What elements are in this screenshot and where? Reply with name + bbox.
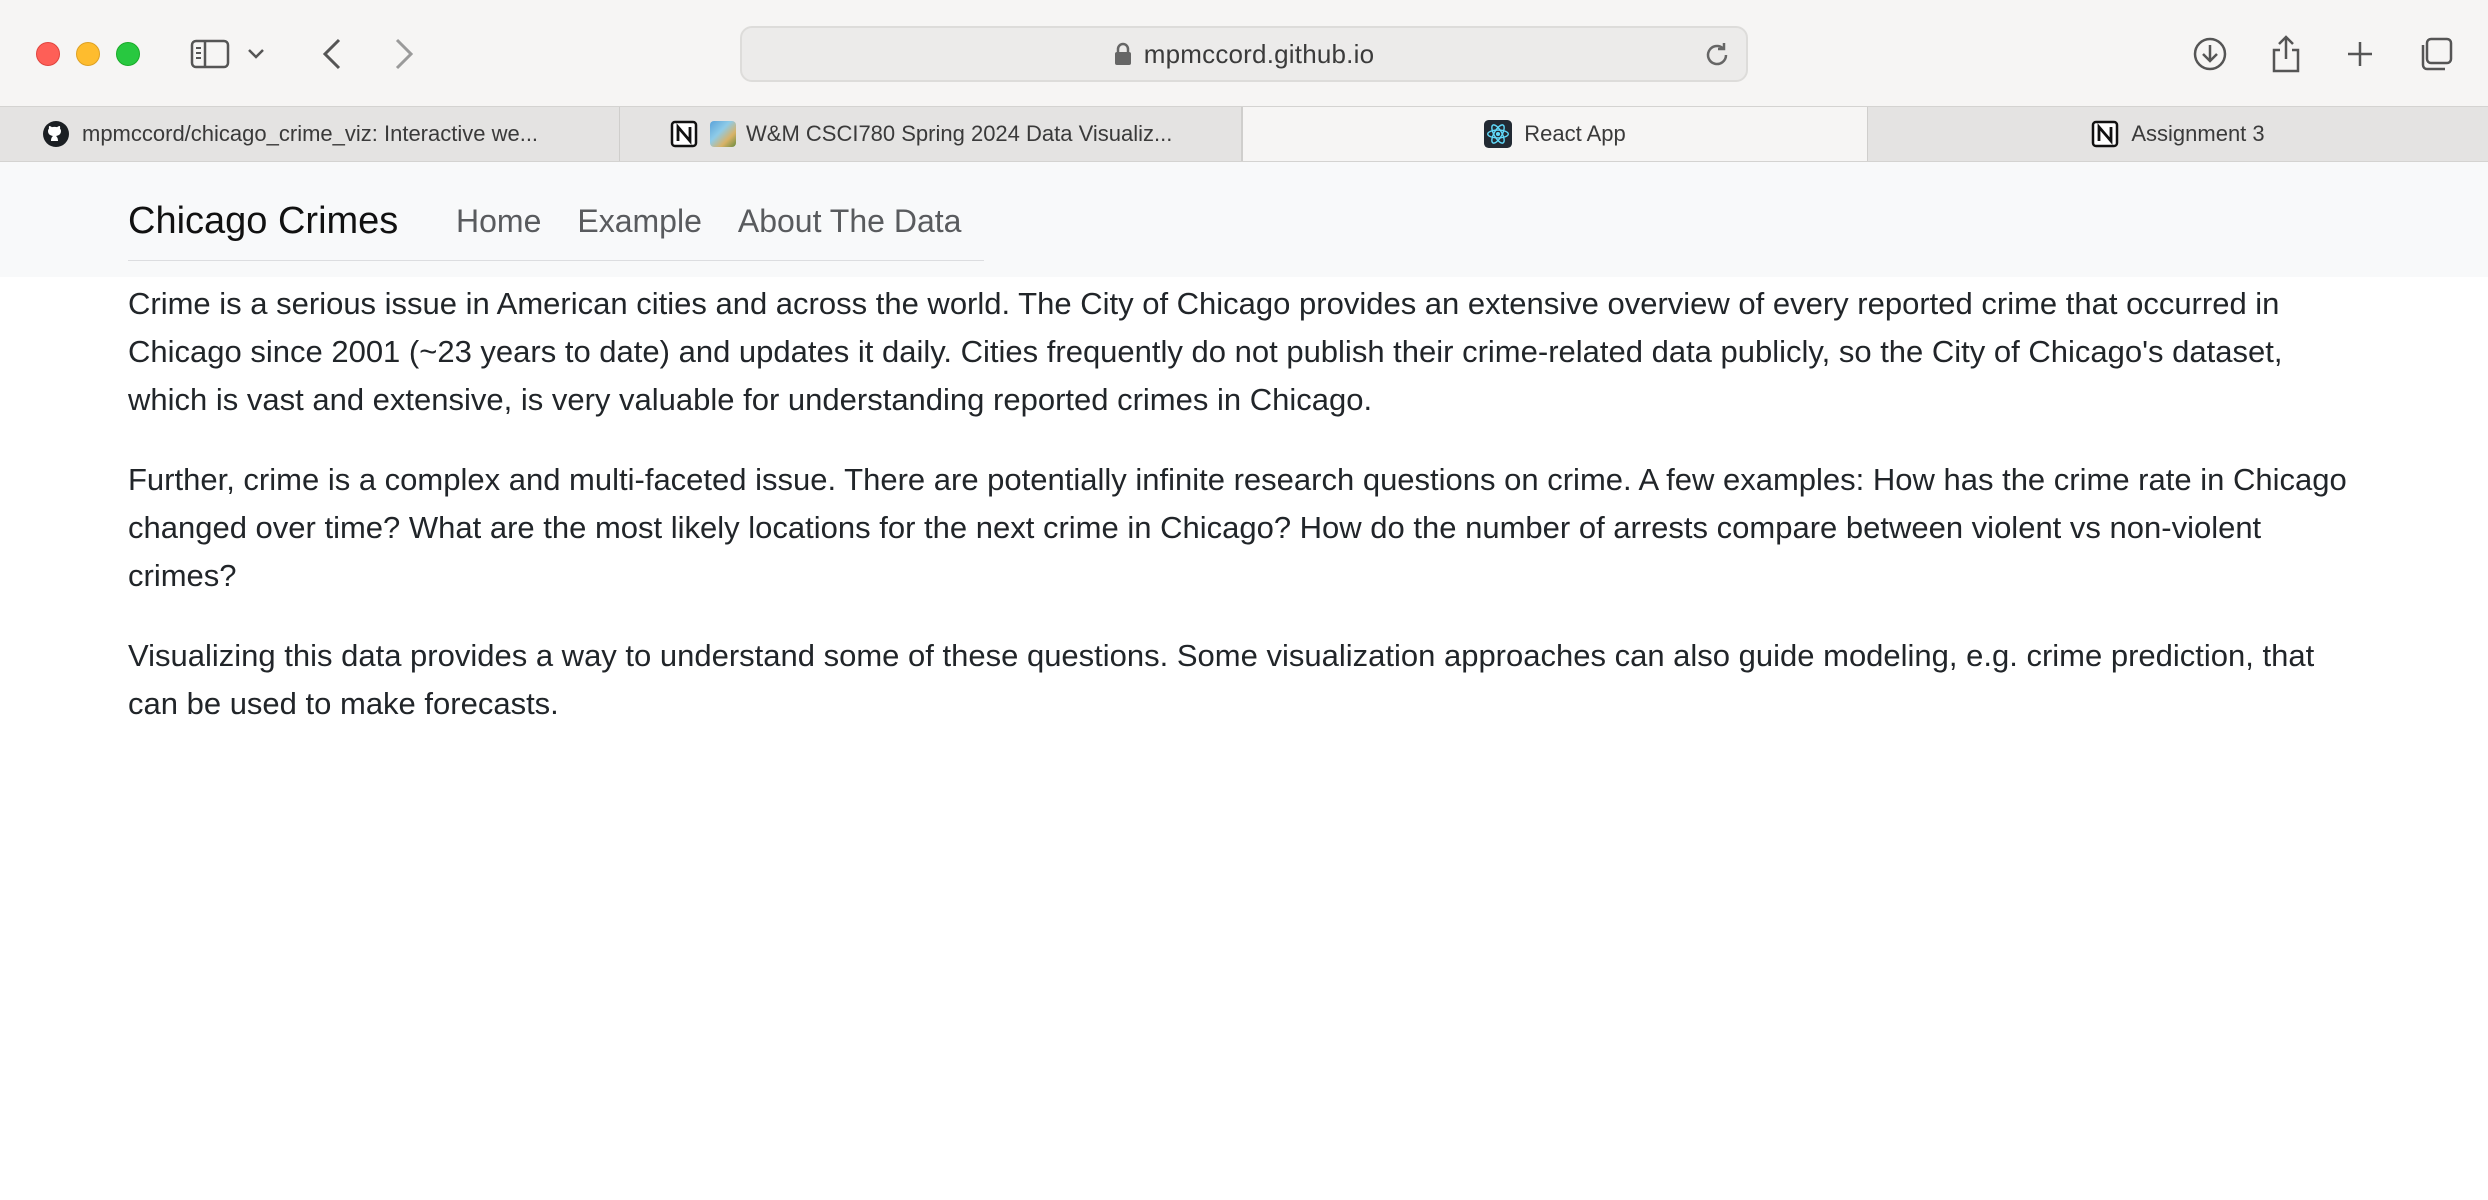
forward-arrow-icon[interactable]: [380, 30, 428, 78]
back-arrow-icon[interactable]: [308, 30, 356, 78]
course-image-icon: [710, 121, 736, 147]
intro-paragraph: Crime is a serious issue in American cit…: [128, 286, 2283, 417]
zoom-window-button[interactable]: [116, 42, 140, 66]
navbar-divider: [128, 260, 984, 261]
tab-assignment-notion[interactable]: Assignment 3: [1868, 107, 2488, 161]
tab-title: mpmccord/chicago_crime_viz: Interactive …: [82, 121, 539, 146]
main-content: Crime is a serious issue in American cit…: [128, 280, 2368, 760]
chevron-down-icon[interactable]: [242, 30, 270, 78]
nav-link-example[interactable]: Example: [577, 203, 702, 240]
lock-icon: [1114, 42, 1132, 66]
tab-title: Assignment 3: [2131, 121, 2265, 146]
research-questions-paragraph: Further, crime is a complex and multi-fa…: [128, 462, 2347, 593]
reload-icon[interactable]: [1702, 40, 1732, 70]
tab-github[interactable]: mpmccord/chicago_crime_viz: Interactive …: [0, 107, 620, 161]
tab-react-app[interactable]: React App: [1242, 107, 1868, 161]
url-text: mpmccord.github.io: [1143, 38, 1375, 69]
tab-bar: mpmccord/chicago_crime_viz: Interactive …: [0, 106, 2488, 162]
close-window-button[interactable]: [36, 42, 60, 66]
tab-title: W&M CSCI780 Spring 2024 Data Visualiz...: [746, 121, 1173, 146]
site-navbar: Chicago Crimes Home Example About The Da…: [0, 162, 2488, 277]
share-icon[interactable]: [2262, 30, 2310, 78]
web-page: Chicago Crimes Home Example About The Da…: [0, 162, 2488, 1200]
notion-icon: [670, 120, 698, 148]
visualization-paragraph: Visualizing this data provides a way to …: [128, 638, 2315, 721]
minimize-window-button[interactable]: [76, 42, 100, 66]
nav-link-about-the-data[interactable]: About The Data: [738, 203, 962, 240]
new-tab-plus-icon[interactable]: [2336, 30, 2384, 78]
tab-overview-icon[interactable]: [2412, 30, 2460, 78]
browser-toolbar: mpmccord.github.io: [0, 0, 2488, 106]
tab-course-notion[interactable]: W&M CSCI780 Spring 2024 Data Visualiz...: [620, 107, 1242, 161]
nav-link-home[interactable]: Home: [456, 203, 541, 240]
react-icon: [1484, 120, 1513, 148]
nav-links: Home Example About The Data: [456, 203, 997, 240]
tab-title: React App: [1524, 121, 1626, 146]
github-icon: [42, 120, 70, 148]
downloads-icon[interactable]: [2186, 30, 2234, 78]
notion-icon: [2091, 120, 2119, 148]
brand-link[interactable]: Chicago Crimes: [128, 200, 398, 243]
address-bar[interactable]: mpmccord.github.io: [740, 26, 1748, 82]
sidebar-toggle-icon[interactable]: [186, 30, 234, 78]
